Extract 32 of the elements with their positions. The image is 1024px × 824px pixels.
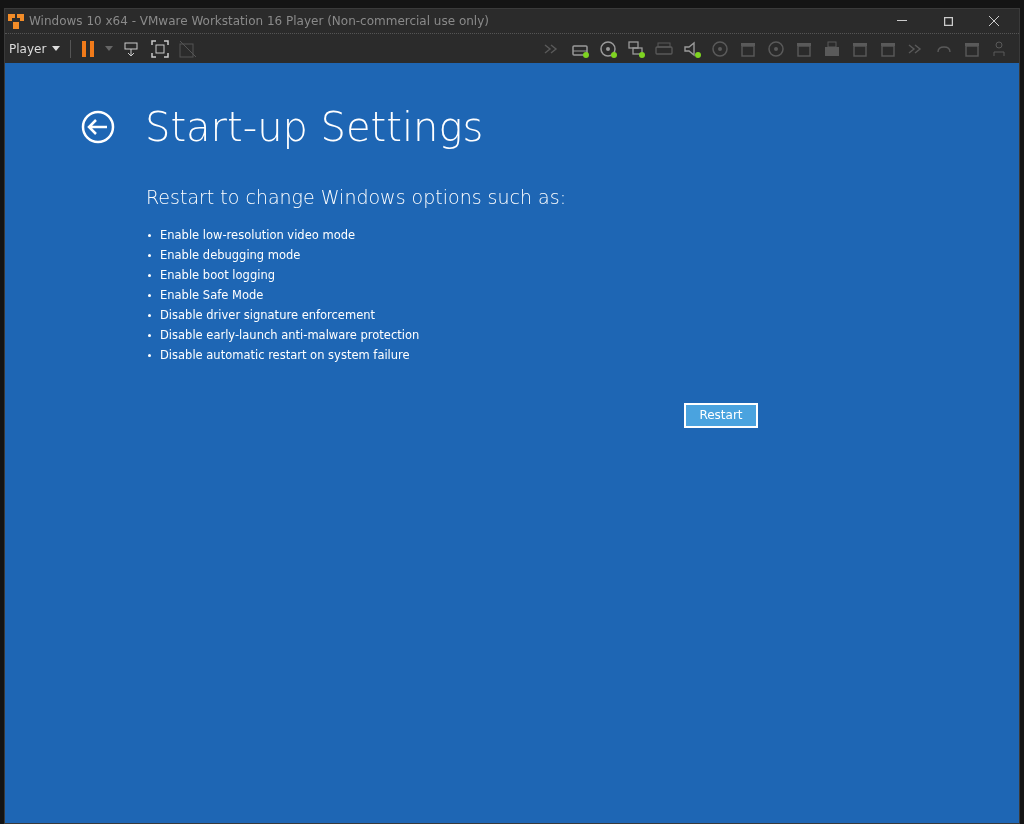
- minimize-icon: [897, 20, 907, 22]
- usb-icon[interactable]: [823, 39, 841, 58]
- bullet-icon: [148, 274, 151, 277]
- option-text: Enable low-resolution video mode: [160, 226, 356, 244]
- unity-icon[interactable]: [179, 39, 198, 58]
- window-title: Windows 10 x64 - VMware Workstation 16 Player (Non-commercial use only): [29, 13, 489, 30]
- bullet-icon: [148, 314, 151, 317]
- player-menu[interactable]: Player: [9, 39, 61, 58]
- bullet-icon: [148, 354, 151, 357]
- bullet-icon: [148, 254, 151, 257]
- option-text: Disable driver signature enforcement: [160, 306, 376, 324]
- caret-icon[interactable]: [105, 46, 114, 51]
- speaker-icon[interactable]: [683, 39, 701, 58]
- caret-icon: [52, 46, 61, 51]
- close-icon: [989, 16, 999, 26]
- option-text: Enable boot logging: [160, 266, 275, 284]
- pause-icon[interactable]: [81, 40, 96, 57]
- subtitle: Restart to change Windows options such as:: [146, 185, 568, 210]
- printer-icon[interactable]: [655, 39, 673, 58]
- bullet-icon: [148, 334, 151, 337]
- network-icon[interactable]: [627, 39, 645, 58]
- maximize-icon: [943, 16, 953, 26]
- bullet-icon: [148, 234, 151, 237]
- fullscreen-icon[interactable]: [151, 39, 170, 58]
- option-text: Disable automatic restart on system failure: [160, 346, 410, 364]
- option-text: Disable early-launch anti-malware protection: [160, 326, 420, 344]
- page-title: Start-up Settings: [145, 107, 484, 147]
- app-logo-icon: [7, 12, 25, 30]
- option-text: Enable Safe Mode: [160, 286, 264, 304]
- bullet-icon: [148, 294, 151, 297]
- option-text: Enable debugging mode: [160, 246, 301, 264]
- disc-icon[interactable]: [599, 39, 617, 58]
